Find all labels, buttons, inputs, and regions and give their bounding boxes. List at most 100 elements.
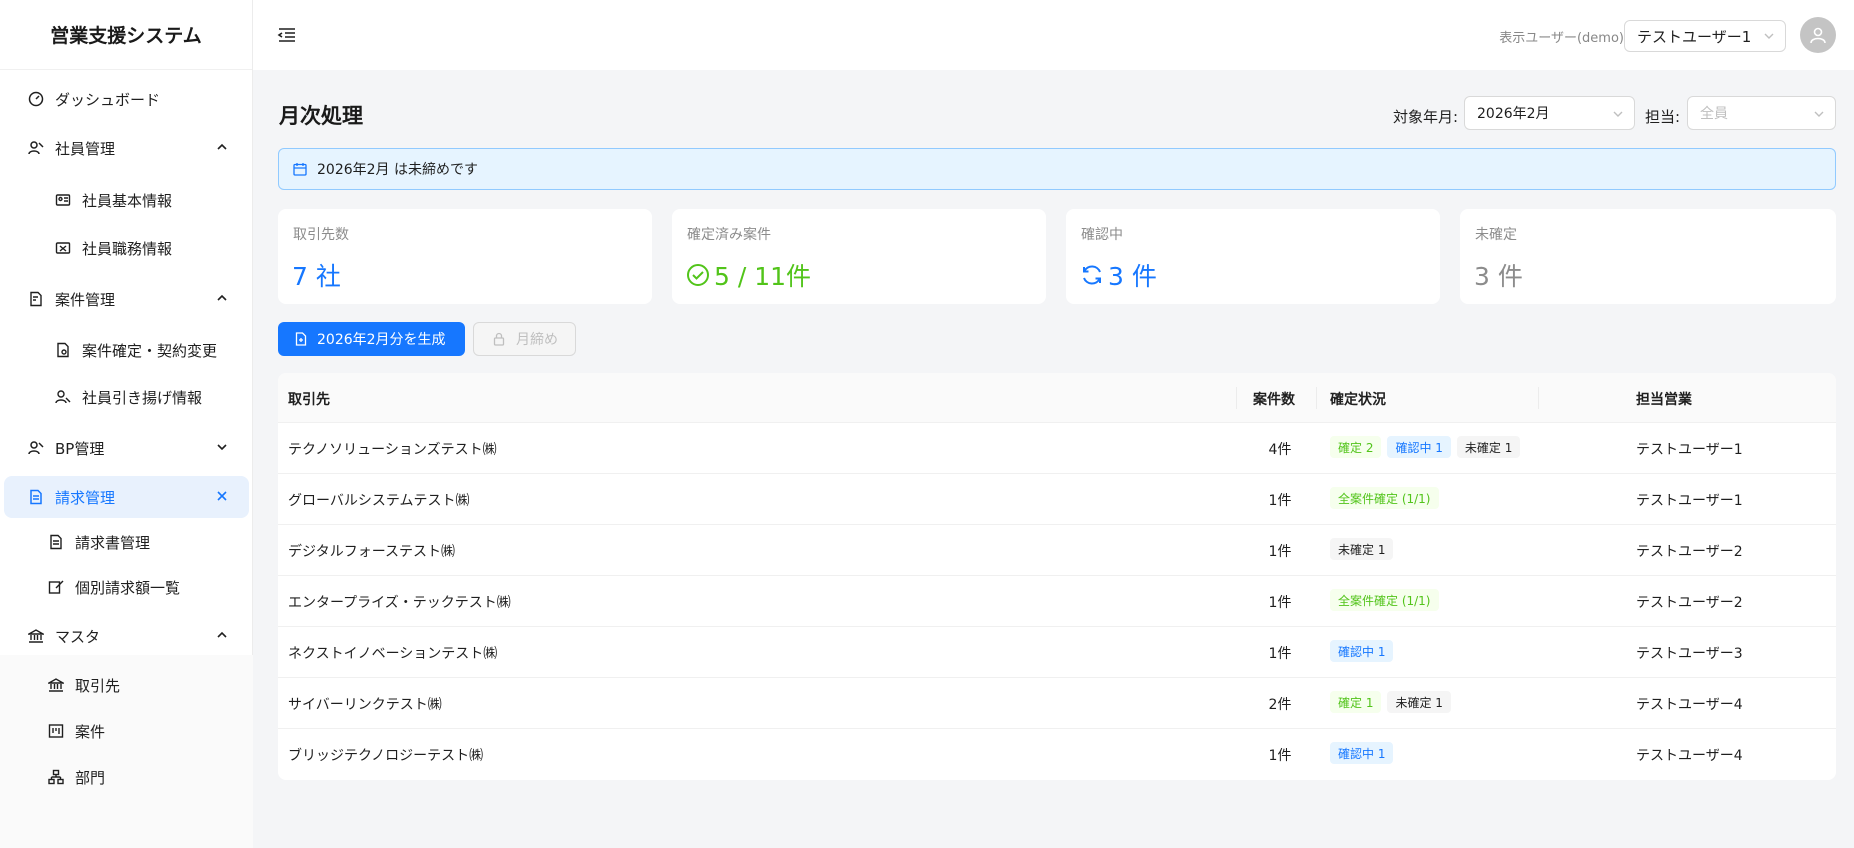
id-card-icon bbox=[54, 191, 72, 209]
user-select[interactable]: テストユーザー1 bbox=[1624, 20, 1786, 52]
month-filter-label: 対象年月: bbox=[1393, 108, 1459, 126]
sidebar-item-master[interactable]: マスタ bbox=[4, 615, 249, 657]
month-select[interactable]: 2026年2月 bbox=[1464, 96, 1635, 130]
table-row[interactable]: デジタルフォーステスト㈱ 1件 未確定 1 テストユーザー2 bbox=[278, 525, 1836, 576]
cell-sales: テストユーザー2 bbox=[1636, 595, 1743, 611]
status-tags: 全案件確定 (1/1) bbox=[1330, 487, 1439, 509]
sidebar-item-label: マスタ bbox=[55, 627, 101, 646]
stat-label: 取引先数 bbox=[293, 227, 349, 243]
stat-card-unconfirmed: 未確定 3 件 bbox=[1460, 209, 1836, 304]
calendar-icon bbox=[293, 163, 307, 176]
table-row[interactable]: ネクストイノベーションテスト㈱ 1件 確認中 1 テストユーザー3 bbox=[278, 627, 1836, 678]
file-protect-icon bbox=[54, 341, 72, 359]
cell-client: エンタープライズ・テックテスト㈱ bbox=[288, 595, 511, 611]
sidebar-item-individual-billing[interactable]: 個別請求額一覧 bbox=[4, 566, 249, 608]
cell-count: 4件 bbox=[1268, 442, 1292, 458]
sidebar-item-invoice[interactable]: 請求書管理 bbox=[4, 521, 249, 563]
owner-select-placeholder: 全員 bbox=[1700, 106, 1728, 122]
status-tags: 確認中 1 bbox=[1330, 640, 1394, 662]
user-select-value: テストユーザー1 bbox=[1637, 27, 1752, 46]
column-separator bbox=[1538, 387, 1539, 409]
cell-client: テクノソリューションズテスト㈱ bbox=[288, 442, 497, 458]
status-badge: 全案件確定 (1/1) bbox=[1330, 487, 1439, 509]
cell-count: 2件 bbox=[1268, 697, 1292, 713]
chevron-down-icon bbox=[1613, 111, 1623, 117]
collapse-icon bbox=[217, 491, 227, 501]
chevron-down-icon bbox=[217, 444, 227, 451]
table-row[interactable]: サイバーリンクテスト㈱ 2件 確定 1 未確定 1 テストユーザー4 bbox=[278, 678, 1836, 729]
column-header-client: 取引先 bbox=[288, 392, 330, 408]
column-header-count: 案件数 bbox=[1253, 392, 1295, 408]
sidebar-item-label: 社員基本情報 bbox=[82, 191, 173, 210]
stat-value-text: 5 / 11件 bbox=[714, 262, 812, 291]
bank-icon bbox=[47, 676, 65, 694]
team-icon bbox=[27, 439, 45, 457]
status-tags: 確定 2 確認中 1 未確定 1 bbox=[1330, 436, 1521, 458]
cell-sales: テストユーザー4 bbox=[1636, 748, 1743, 764]
dashboard-icon bbox=[27, 90, 45, 108]
column-header-status: 確定状況 bbox=[1330, 392, 1386, 408]
sidebar-item-label: 案件管理 bbox=[55, 290, 116, 309]
stat-value: 5 / 11件 bbox=[686, 257, 811, 293]
sidebar: 営業支援システム ダッシュボード 社員管理 社員基本情報 社員職務情報 案件管理… bbox=[0, 0, 253, 848]
status-badge: 確認中 1 bbox=[1330, 640, 1394, 662]
close-month-button[interactable]: 月締め bbox=[473, 322, 576, 356]
sidebar-item-label: 請求管理 bbox=[55, 488, 116, 507]
avatar[interactable] bbox=[1800, 17, 1836, 53]
user-icon bbox=[1810, 27, 1826, 44]
user-delete-icon bbox=[54, 388, 72, 406]
owner-select[interactable]: 全員 bbox=[1687, 96, 1836, 130]
generate-button[interactable]: 2026年2月分を生成 bbox=[278, 322, 465, 356]
stat-value-text: 7 社 bbox=[292, 262, 341, 291]
stat-value: 7 社 bbox=[292, 257, 341, 293]
sidebar-item-billing[interactable]: 請求管理 bbox=[4, 476, 249, 518]
month-status-alert: 2026年2月 は未締めです bbox=[278, 148, 1836, 190]
sidebar-item-label: 社員引き揚げ情報 bbox=[82, 388, 203, 407]
generate-button-label: 2026年2月分を生成 bbox=[317, 332, 446, 348]
status-tags: 未確定 1 bbox=[1330, 538, 1394, 560]
column-separator bbox=[1316, 387, 1317, 409]
sidebar-item-employee-basic[interactable]: 社員基本情報 bbox=[4, 179, 249, 221]
cell-sales: テストユーザー3 bbox=[1636, 646, 1743, 662]
file-text-icon bbox=[47, 533, 65, 551]
sidebar-item-employee-duty[interactable]: 社員職務情報 bbox=[4, 227, 249, 269]
sidebar-item-project-confirm[interactable]: 案件確定・契約変更 bbox=[4, 329, 249, 371]
sidebar-item-label: 社員管理 bbox=[55, 139, 116, 158]
sidebar-item-employee-withdraw[interactable]: 社員引き揚げ情報 bbox=[4, 376, 249, 418]
stat-value-text: 3 件 bbox=[1108, 262, 1157, 291]
stat-label: 確定済み案件 bbox=[687, 227, 771, 243]
cell-count: 1件 bbox=[1268, 748, 1292, 764]
column-separator bbox=[1236, 387, 1237, 409]
cell-count: 1件 bbox=[1268, 493, 1292, 509]
sidebar-item-client[interactable]: 取引先 bbox=[4, 664, 249, 706]
status-badge: 確定 1 bbox=[1330, 691, 1382, 713]
table-row[interactable]: テクノソリューションズテスト㈱ 4件 確定 2 確認中 1 未確定 1 テストユーザー1 bbox=[278, 423, 1836, 474]
sidebar-item-department[interactable]: 部門 bbox=[4, 756, 249, 798]
sidebar-item-label: BP管理 bbox=[55, 439, 105, 458]
table-row[interactable]: ブリッジテクノロジーテスト㈱ 1件 確認中 1 テストユーザー4 bbox=[278, 729, 1836, 780]
menu-fold-icon[interactable] bbox=[277, 25, 297, 45]
sidebar-item-employee[interactable]: 社員管理 bbox=[4, 127, 249, 169]
cell-count: 1件 bbox=[1268, 544, 1292, 560]
stat-label: 未確定 bbox=[1475, 227, 1517, 243]
table-row[interactable]: グローバルシステムテスト㈱ 1件 全案件確定 (1/1) テストユーザー1 bbox=[278, 474, 1836, 525]
status-badge: 確定 2 bbox=[1330, 436, 1382, 458]
lock-icon bbox=[493, 332, 505, 346]
sidebar-item-project[interactable]: 案件管理 bbox=[4, 278, 249, 320]
check-circle-icon bbox=[687, 264, 709, 286]
cell-client: グローバルシステムテスト㈱ bbox=[288, 493, 470, 509]
sidebar-item-dashboard[interactable]: ダッシュボード bbox=[4, 78, 249, 120]
sidebar-item-project-master[interactable]: 案件 bbox=[4, 710, 249, 752]
owner-filter-label: 担当: bbox=[1645, 108, 1681, 126]
table-row[interactable]: エンタープライズ・テックテスト㈱ 1件 全案件確定 (1/1) テストユーザー2 bbox=[278, 576, 1836, 627]
status-badge: 全案件確定 (1/1) bbox=[1330, 589, 1439, 611]
month-select-value: 2026年2月 bbox=[1477, 106, 1550, 122]
sidebar-item-bp[interactable]: BP管理 bbox=[4, 427, 249, 469]
edit-icon bbox=[47, 578, 65, 596]
stat-value: 3 件 bbox=[1080, 257, 1157, 293]
cell-sales: テストユーザー2 bbox=[1636, 544, 1743, 560]
file-text-icon bbox=[27, 488, 45, 506]
table-header: 取引先 案件数 確定状況 担当営業 bbox=[278, 373, 1836, 423]
sidebar-item-label: 案件確定・契約変更 bbox=[82, 341, 218, 360]
stat-value: 3 件 bbox=[1474, 257, 1523, 293]
